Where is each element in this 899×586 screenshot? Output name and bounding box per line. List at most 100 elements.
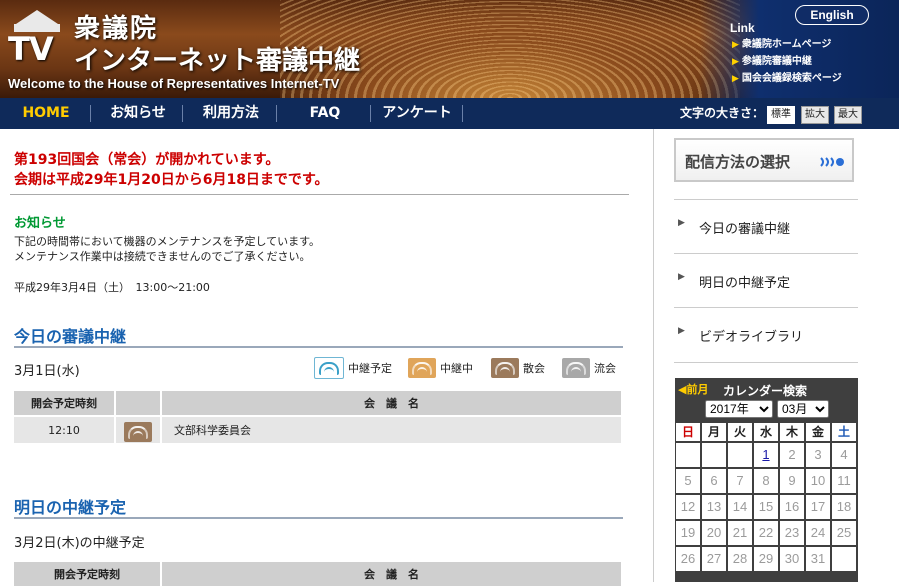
today-date: 3月1日(水): [14, 364, 80, 379]
delivery-method-button[interactable]: 配信方法の選択: [674, 138, 854, 182]
calendar-day: [728, 443, 752, 467]
sidebar-item-tomorrow[interactable]: ▶ 明日の中継予定: [674, 253, 858, 308]
divider: [10, 194, 629, 195]
logo-tv: TV: [8, 30, 54, 68]
section-underline: [14, 346, 623, 348]
calendar-day: 31: [806, 547, 830, 571]
row-time: 12:10: [14, 415, 116, 443]
maintenance-date: 平成29年3月4日（土） 13:00～21:00: [14, 281, 210, 294]
calendar-day: 25: [832, 521, 856, 545]
external-links: ▶ 衆議院ホームページ ▶ 参議院審議中継 ▶ 国会会議録検索ページ: [732, 38, 842, 89]
tomorrow-section-title: 明日の中継予定: [14, 498, 127, 517]
font-size-large-button[interactable]: 拡大: [801, 106, 829, 124]
calendar-day: 28: [728, 547, 752, 571]
triangle-right-icon: ▶: [678, 218, 685, 228]
section-underline: [14, 517, 623, 519]
session-notice: 第193回国会（常会）が開かれています。 会期は平成29年1月20日から6月18…: [14, 150, 329, 190]
table-header-row: 開会予定時刻 会 議 名: [14, 391, 623, 416]
arrow-icon: ▶: [732, 74, 739, 84]
col-meeting-name: 会 議 名: [161, 391, 623, 416]
canceled-icon: [562, 358, 590, 378]
sidebar-item-today[interactable]: ▶ 今日の審議中継: [674, 199, 858, 254]
adjourned-icon: [491, 358, 519, 378]
calendar-day[interactable]: 1: [754, 443, 778, 467]
calendar-day: 20: [702, 521, 726, 545]
year-select[interactable]: 2017年: [705, 400, 773, 418]
session-notice-line1: 第193回国会（常会）が開かれています。: [14, 152, 280, 168]
calendar-day: 4: [832, 443, 856, 467]
live-icon: [408, 358, 436, 378]
calendar-day: 15: [754, 495, 778, 519]
legend-live: 中継中: [408, 357, 473, 379]
font-size-standard-button[interactable]: 標準: [767, 106, 795, 124]
arrow-icon: ▶: [732, 40, 739, 50]
nav-survey[interactable]: アンケート: [372, 98, 462, 129]
calendar-day: 14: [728, 495, 752, 519]
calendar-weekday: 月: [702, 423, 726, 441]
info-body: 下記の時間帯において機器のメンテナンスを予定しています。 メンテナンス作業中は接…: [14, 235, 321, 263]
session-notice-line2: 会期は平成29年1月20日から6月18日までです。: [14, 172, 329, 188]
tomorrow-date: 3月2日(木)の中継予定: [14, 536, 145, 551]
signal-wave-icon: [820, 157, 844, 167]
triangle-right-icon: ▶: [678, 326, 685, 336]
col-start-time: 開会予定時刻: [14, 562, 162, 586]
calendar-weekday: 木: [780, 423, 804, 441]
info-heading: お知らせ: [14, 216, 66, 231]
link-house-homepage[interactable]: ▶ 衆議院ホームページ: [732, 38, 842, 55]
font-size-max-button[interactable]: 最大: [834, 106, 862, 124]
arrow-icon: ▶: [732, 57, 739, 67]
link-minutes-search[interactable]: ▶ 国会会議録検索ページ: [732, 72, 842, 89]
calendar-title: カレンダー検索: [723, 384, 808, 398]
english-button[interactable]: English: [795, 5, 869, 25]
calendar-day: 12: [676, 495, 700, 519]
calendar-day: 3: [806, 443, 830, 467]
adjourned-icon[interactable]: [124, 421, 152, 442]
site-subtitle: Welcome to the House of Representatives …: [8, 76, 340, 91]
sidebar-item-video-library[interactable]: ▶ ビデオライブラリ: [674, 307, 858, 363]
nav-news[interactable]: お知らせ: [92, 98, 184, 129]
link-heading: Link: [730, 21, 755, 35]
calendar-day: 30: [780, 547, 804, 571]
calendar-day: 18: [832, 495, 856, 519]
calendar-day: 5: [676, 469, 700, 493]
prev-month-link[interactable]: ◀前月: [678, 381, 708, 397]
site-title-line2: インターネット審議中継: [74, 46, 361, 76]
calendar-day: 11: [832, 469, 856, 493]
calendar-weekday: 火: [728, 423, 752, 441]
calendar-day: 24: [806, 521, 830, 545]
calendar-day: 21: [728, 521, 752, 545]
col-meeting-name: 会 議 名: [161, 562, 623, 586]
calendar-day: [702, 443, 726, 467]
calendar-day: 19: [676, 521, 700, 545]
calendar-weekday: 日: [676, 423, 700, 441]
link-councillors-tv[interactable]: ▶ 参議院審議中継: [732, 55, 842, 72]
nav-home[interactable]: HOME: [10, 98, 82, 129]
legend-adjourned: 散会: [491, 357, 545, 379]
nav-faq[interactable]: FAQ: [278, 98, 372, 129]
calendar-day: [832, 547, 856, 571]
row-meeting-name[interactable]: 文部科学委員会: [161, 415, 623, 443]
table-row[interactable]: 12:10 文部科学委員会: [14, 415, 623, 443]
month-select[interactable]: 03月: [777, 400, 829, 418]
col-status: [115, 391, 162, 416]
nav-usage[interactable]: 利用方法: [184, 98, 278, 129]
calendar-weekday: 土: [832, 423, 856, 441]
header-banner: TV 衆議院 インターネット審議中継 Welcome to the House …: [0, 0, 899, 98]
calendar-day: 17: [806, 495, 830, 519]
calendar-day: 23: [780, 521, 804, 545]
today-section-title: 今日の審議中継: [14, 327, 127, 346]
calendar-weekday: 水: [754, 423, 778, 441]
calendar-day: [676, 443, 700, 467]
main-nav: HOME お知らせ 利用方法 FAQ アンケート 文字の大きさ： 標準 拡大 最…: [0, 98, 899, 129]
calendar-day: 9: [780, 469, 804, 493]
calendar-day: 27: [702, 547, 726, 571]
calendar-day: 26: [676, 547, 700, 571]
calendar-day: 8: [754, 469, 778, 493]
calendar-day: 6: [702, 469, 726, 493]
legend-canceled: 流会: [562, 357, 616, 379]
scheduled-icon: [314, 357, 344, 379]
font-size-label: 文字の大きさ：: [680, 106, 765, 120]
tomorrow-table: 開会予定時刻 会 議 名: [14, 562, 623, 586]
table-header-row: 開会予定時刻 会 議 名: [14, 562, 623, 586]
calendar-day: 29: [754, 547, 778, 571]
